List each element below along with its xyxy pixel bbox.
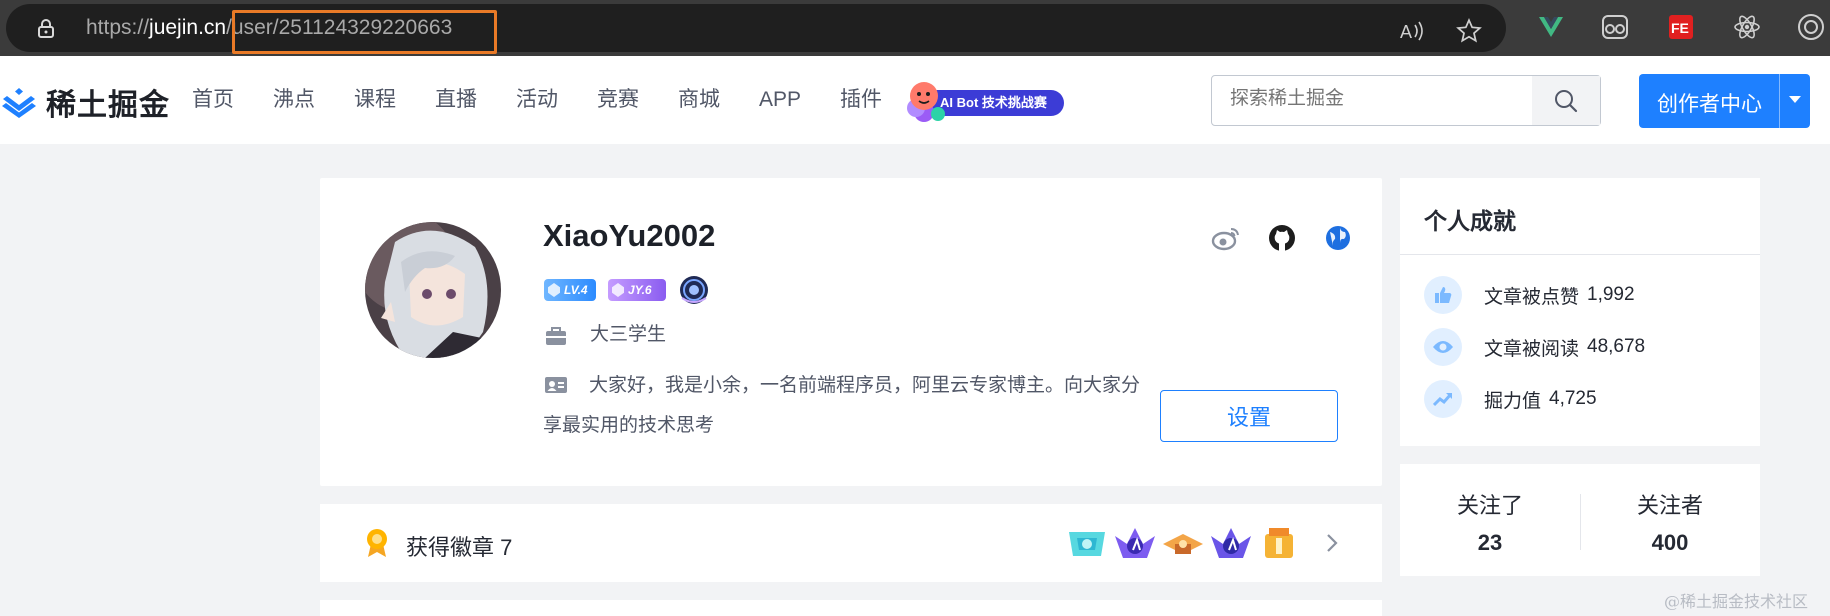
followers-count: 400 bbox=[1651, 530, 1689, 555]
avatar[interactable] bbox=[365, 222, 501, 358]
badge-item-icon[interactable] bbox=[1257, 524, 1301, 562]
follow-card: 关注了 23 关注者 400 bbox=[1400, 464, 1760, 576]
achievement-value: 48,678 bbox=[1587, 336, 1646, 357]
achievement-reads: 文章被阅读 48,678 bbox=[1424, 328, 1645, 366]
creator-center-label: 创作者中心 bbox=[1657, 93, 1762, 116]
thumbs-up-icon bbox=[1424, 276, 1462, 314]
nav-pins[interactable]: 沸点 bbox=[273, 86, 315, 114]
chevron-down-icon[interactable] bbox=[1789, 96, 1801, 103]
position-text: 大三学生 bbox=[590, 324, 667, 345]
reader-icon[interactable] bbox=[1600, 12, 1630, 42]
lock-icon[interactable] bbox=[36, 18, 56, 38]
bio-text: 大家好，我是小余，一名前端程序员，阿里云专家博主。向大家分享最实用的技术思考 bbox=[543, 375, 1141, 436]
nav-courses[interactable]: 课程 bbox=[354, 86, 396, 114]
creator-medal-icon[interactable] bbox=[678, 274, 710, 306]
fe-extension-icon[interactable]: FE bbox=[1666, 12, 1696, 42]
eye-icon bbox=[1424, 328, 1462, 366]
ai-bot-challenge-banner[interactable]: AI Bot 技术挑战赛 bbox=[894, 80, 1066, 124]
following-stat[interactable]: 关注了 23 bbox=[1400, 488, 1580, 556]
ai-bot-label: AI Bot 技术挑战赛 bbox=[940, 95, 1047, 110]
achievement-value: 1,992 bbox=[1587, 284, 1635, 305]
following-label: 关注了 bbox=[1456, 493, 1523, 518]
briefcase-icon bbox=[546, 327, 566, 345]
site-header: 稀土掘金 首页 沸点 课程 直播 活动 竞赛 商城 APP 插件 AI Bot … bbox=[0, 56, 1830, 144]
badge-ribbon-icon bbox=[367, 529, 387, 557]
browser-toolbar: https://juejin.cn/user/251124329220663 A… bbox=[0, 0, 1830, 56]
github-icon[interactable] bbox=[1266, 222, 1298, 254]
nav-contests[interactable]: 竞赛 bbox=[597, 86, 639, 114]
achievement-value: 4,725 bbox=[1549, 388, 1597, 409]
site-logo[interactable]: 稀土掘金 bbox=[0, 80, 170, 124]
position-row: 大三学生 bbox=[544, 322, 666, 348]
copilot-icon[interactable] bbox=[1796, 12, 1826, 42]
profile-card: XiaoYu2002 LV.4 JY.6 大三学生 大家好，我是小余，一名前端程… bbox=[320, 178, 1382, 486]
url-highlight-box bbox=[232, 10, 497, 54]
search-icon bbox=[1555, 89, 1578, 112]
nav-plugins[interactable]: 插件 bbox=[840, 86, 882, 114]
settings-button[interactable]: 设置 bbox=[1160, 390, 1338, 442]
achievements-title: 个人成就 bbox=[1424, 208, 1516, 234]
trend-up-icon bbox=[1424, 380, 1462, 418]
badge-list bbox=[1065, 524, 1301, 562]
nav-events[interactable]: 活动 bbox=[516, 86, 558, 114]
following-count: 23 bbox=[1477, 530, 1503, 555]
badges-card[interactable]: 获得徽章 7 bbox=[320, 504, 1382, 582]
vue-devtools-icon[interactable] bbox=[1536, 12, 1566, 42]
chevron-right-icon[interactable] bbox=[1324, 532, 1340, 554]
badges-title: 获得徽章 7 bbox=[406, 535, 513, 560]
url-scheme: https:// bbox=[86, 16, 150, 39]
react-devtools-icon[interactable] bbox=[1732, 12, 1762, 42]
badge-item-icon[interactable] bbox=[1113, 524, 1157, 562]
badge-item-icon[interactable] bbox=[1209, 524, 1253, 562]
next-content-card bbox=[320, 600, 1382, 616]
creator-button-divider bbox=[1779, 74, 1780, 128]
main-nav: 首页 沸点 课程 直播 活动 竞赛 商城 APP 插件 bbox=[192, 86, 921, 114]
user-badges: LV.4 JY.6 bbox=[544, 274, 710, 306]
url-host: juejin.cn bbox=[149, 16, 227, 39]
weibo-icon[interactable] bbox=[1210, 222, 1242, 254]
achievement-likes: 文章被点赞 1,992 bbox=[1424, 276, 1635, 314]
achievements-card: 个人成就 文章被点赞 1,992 文章被阅读 48,678 掘力值 4,725 bbox=[1400, 178, 1760, 446]
badge-item-icon[interactable] bbox=[1161, 524, 1205, 562]
creator-center-button[interactable]: 创作者中心 bbox=[1639, 74, 1810, 128]
badge-item-icon[interactable] bbox=[1065, 524, 1109, 562]
nav-live[interactable]: 直播 bbox=[435, 86, 477, 114]
nav-app[interactable]: APP bbox=[759, 86, 801, 114]
read-aloud-icon[interactable]: A bbox=[1398, 16, 1428, 46]
achievements-divider bbox=[1400, 254, 1760, 255]
juejin-logo-icon bbox=[2, 88, 36, 118]
favorite-star-icon[interactable] bbox=[1454, 16, 1484, 46]
svg-text:A: A bbox=[1400, 22, 1412, 42]
search-box bbox=[1211, 75, 1601, 126]
achievement-power: 掘力值 4,725 bbox=[1424, 380, 1597, 418]
followers-stat[interactable]: 关注者 400 bbox=[1580, 488, 1760, 556]
level-badge[interactable]: LV.4 bbox=[544, 279, 596, 301]
achievement-label: 文章被阅读 bbox=[1484, 338, 1580, 360]
watermark: @稀土掘金技术社区 bbox=[1664, 592, 1809, 611]
nav-home[interactable]: 首页 bbox=[192, 86, 234, 114]
search-button[interactable] bbox=[1532, 76, 1600, 125]
website-globe-icon[interactable] bbox=[1322, 222, 1354, 254]
fe-extension-label: FE bbox=[1671, 20, 1689, 36]
address-bar[interactable]: https://juejin.cn/user/251124329220663 A bbox=[6, 4, 1506, 54]
achievement-label: 掘力值 bbox=[1484, 390, 1542, 412]
nav-store[interactable]: 商城 bbox=[678, 86, 720, 114]
achievement-label: 文章被点赞 bbox=[1484, 286, 1580, 308]
username: XiaoYu2002 bbox=[543, 218, 716, 253]
search-input[interactable] bbox=[1230, 88, 1500, 110]
logo-text: 稀土掘金 bbox=[46, 89, 170, 122]
followers-label: 关注者 bbox=[1636, 493, 1703, 518]
jy-badge[interactable]: JY.6 bbox=[608, 279, 666, 301]
